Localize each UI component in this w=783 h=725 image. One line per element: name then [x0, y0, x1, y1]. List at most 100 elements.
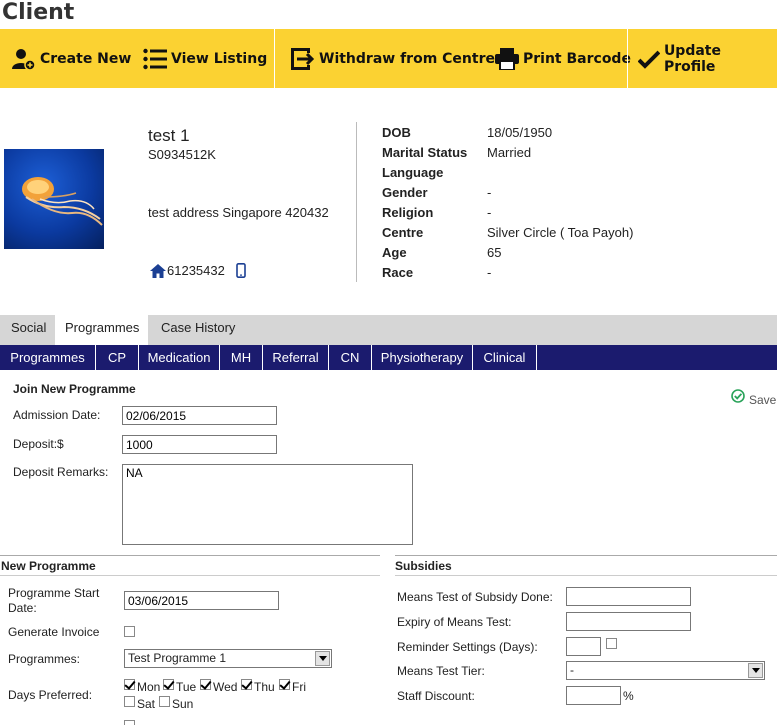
print-barcode-button[interactable]: Print Barcode [495, 29, 631, 88]
dob-value: 18/05/1950 [487, 125, 553, 140]
day-checkbox-sun[interactable] [159, 696, 170, 707]
programmes-select[interactable]: Test Programme 1 [124, 649, 332, 668]
check-circle-icon [731, 389, 745, 403]
staff-discount-input[interactable] [566, 686, 621, 705]
day-label-wed: Wed [213, 680, 238, 694]
means-test-tier-selected: - [570, 663, 574, 677]
religion-value: - [487, 205, 492, 220]
client-photo [4, 149, 104, 249]
marital-status-label: Marital Status [382, 145, 468, 160]
means-test-done-input[interactable] [566, 587, 691, 606]
client-id: S0934512K [148, 147, 216, 162]
check-icon [638, 50, 660, 69]
toolbar-divider [274, 29, 275, 88]
day-checkbox-mon[interactable] [124, 679, 135, 690]
day-label-tue: Tue [176, 680, 197, 694]
section-divider [0, 555, 380, 556]
subtab-cp[interactable]: CP [96, 345, 139, 370]
sub-tab-bar: Programmes CP Medication MH Referral CN … [0, 345, 777, 370]
chevron-down-icon [748, 663, 763, 678]
reminder-checkbox[interactable] [606, 638, 617, 649]
programme-option-checkbox[interactable] [124, 720, 135, 725]
means-test-done-label: Means Test of Subsidy Done: [397, 590, 553, 604]
day-label-thu: Thu [254, 680, 275, 694]
subtab-programmes[interactable]: Programmes [0, 345, 96, 370]
save-label: Save [749, 393, 777, 407]
tab-programmes[interactable]: Programmes [55, 315, 148, 345]
marital-status-value: Married [487, 145, 532, 160]
client-phone: 61235432 [150, 263, 246, 278]
day-label-fri: Fri [292, 680, 306, 694]
print-barcode-label: Print Barcode [523, 50, 631, 67]
deposit-remarks-textarea[interactable]: NA [122, 464, 413, 545]
day-label-sun: Sun [172, 697, 194, 711]
means-test-tier-select[interactable]: - [566, 661, 765, 680]
update-profile-button[interactable]: Update Profile [638, 29, 777, 88]
subtab-clinical[interactable]: Clinical [473, 345, 537, 370]
join-programme-heading: Join New Programme [13, 382, 136, 396]
mobile-icon [236, 263, 246, 278]
subtab-mh[interactable]: MH [220, 345, 263, 370]
section-divider [395, 555, 777, 556]
day-checkbox-wed[interactable] [200, 679, 211, 690]
deposit-remarks-label: Deposit Remarks: [13, 465, 109, 479]
jellyfish-image [22, 177, 103, 226]
view-listing-label: View Listing [171, 50, 268, 67]
percent-sign: % [623, 689, 634, 703]
admission-date-label: Admission Date: [13, 408, 101, 422]
withdraw-button[interactable]: Withdraw from Centre [291, 29, 495, 88]
tab-case-history[interactable]: Case History [151, 315, 245, 345]
religion-label: Religion [382, 205, 434, 220]
day-checkbox-thu[interactable] [241, 679, 252, 690]
gender-label: Gender [382, 185, 428, 200]
centre-value: Silver Circle ( Toa Payoh) [487, 225, 634, 240]
action-toolbar: Create New View Listing Withdraw from Ce… [0, 29, 777, 88]
profile-divider [356, 122, 357, 282]
programme-start-input[interactable] [124, 591, 279, 610]
client-name: test 1 [148, 126, 190, 145]
reminder-days-input[interactable] [566, 637, 601, 656]
tab-social[interactable]: Social [1, 315, 56, 345]
programmes-label: Programmes: [8, 652, 81, 666]
gender-value: - [487, 185, 492, 200]
subtab-physiotherapy[interactable]: Physiotherapy [372, 345, 473, 370]
deposit-input[interactable] [122, 435, 277, 454]
means-test-tier-label: Means Test Tier: [397, 664, 485, 678]
subtab-medication[interactable]: Medication [139, 345, 220, 370]
page-title: Client [2, 0, 75, 25]
day-label-mon: Mon [137, 680, 161, 694]
client-address: test address Singapore 420432 [148, 205, 329, 220]
subtab-referral[interactable]: Referral [263, 345, 329, 370]
add-user-icon [12, 48, 36, 71]
dob-label: DOB [382, 125, 411, 140]
means-test-expiry-input[interactable] [566, 612, 691, 631]
create-new-button[interactable]: Create New [12, 29, 131, 88]
subtab-cn[interactable]: CN [329, 345, 372, 370]
heading-underline [0, 575, 380, 576]
language-label: Language [382, 165, 444, 180]
centre-label: Centre [382, 225, 424, 240]
age-value: 65 [487, 245, 502, 260]
home-icon [150, 263, 166, 278]
save-button[interactable]: Save [731, 385, 776, 407]
programme-start-label: Programme Start [8, 586, 100, 600]
race-value: - [487, 265, 492, 280]
toolbar-divider [627, 29, 628, 88]
chevron-down-icon [315, 651, 330, 666]
generate-invoice-checkbox[interactable] [124, 626, 135, 637]
day-checkbox-fri[interactable] [279, 679, 290, 690]
days-preferred-label: Days Preferred: [8, 688, 93, 702]
day-label-sat: Sat [137, 697, 156, 711]
new-programme-heading: New Programme [1, 559, 96, 573]
programmes-selected: Test Programme 1 [128, 651, 227, 665]
admission-date-input[interactable] [122, 406, 277, 425]
deposit-label: Deposit:$ [13, 437, 64, 451]
subsidies-heading: Subsidies [395, 559, 452, 573]
generate-invoice-label: Generate Invoice [8, 625, 100, 639]
view-listing-button[interactable]: View Listing [143, 29, 267, 88]
exit-icon [291, 47, 315, 70]
age-label: Age [382, 245, 407, 260]
day-checkbox-sat[interactable] [124, 696, 135, 707]
staff-discount-label: Staff Discount: [397, 689, 475, 703]
day-checkbox-tue[interactable] [163, 679, 174, 690]
